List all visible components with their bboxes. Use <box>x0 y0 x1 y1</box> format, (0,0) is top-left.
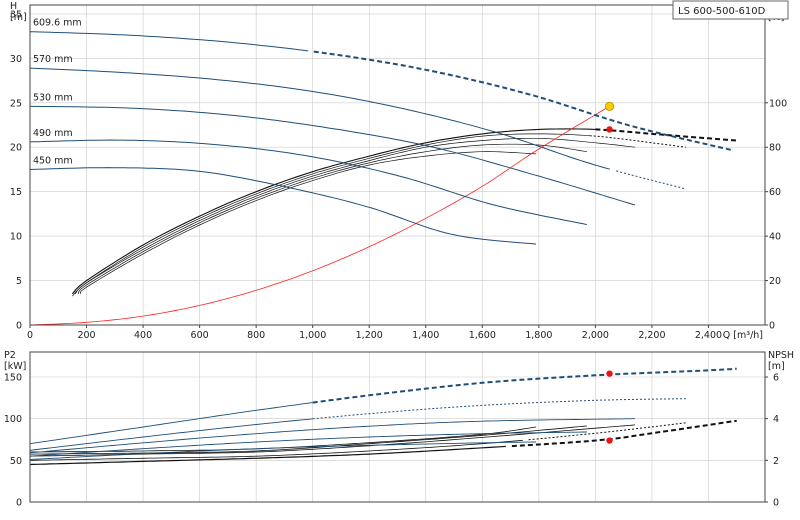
pump-performance-chart: 609.6 mm570 mm530 mm490 mm450 mm 0 200 400… <box>0 0 800 520</box>
efficiency-point <box>606 126 613 133</box>
bottom-y2-axis-label-line: [m] <box>768 361 785 372</box>
y2-tick-label: 40 <box>769 232 781 243</box>
y-tick-label: 0 <box>16 321 22 332</box>
head-curve-label: 490 mm <box>33 128 73 139</box>
y-tick-label: 10 <box>10 232 22 243</box>
chart-background <box>0 0 800 520</box>
y2-tick-label: 100 <box>769 98 787 109</box>
x-tick-label: 2,200 <box>638 330 665 341</box>
y2-tick-label: 0 <box>769 321 775 332</box>
y2-tick-label: 60 <box>769 187 781 198</box>
bottom-y2-tick-label: 4 <box>773 414 779 425</box>
y-axis-label-line: H <box>10 1 17 12</box>
x-tick-label: 1,800 <box>525 330 552 341</box>
duty-point <box>604 101 615 111</box>
y-tick-label: 25 <box>10 98 22 109</box>
bottom-y2-tick-label: 6 <box>773 373 779 384</box>
bottom-y-tick-label: 150 <box>4 373 22 384</box>
x-tick-label: 1,000 <box>299 330 326 341</box>
head-curve-label: 609.6 mm <box>33 18 82 29</box>
x-tick-label: 800 <box>247 330 265 341</box>
head-curve-label: 450 mm <box>33 155 73 166</box>
y-tick-label: 20 <box>10 143 22 154</box>
x-tick-label: 600 <box>191 330 209 341</box>
x-tick-label: 1,600 <box>469 330 496 341</box>
model-label-box: LS 600-500-610D <box>672 0 789 20</box>
x-tick-label: 1,200 <box>356 330 383 341</box>
x-tick-label: 200 <box>77 330 95 341</box>
y2-tick-label: 80 <box>769 143 781 154</box>
y-axis-label-line: [m] <box>10 12 27 23</box>
y2-tick-label: 20 <box>769 276 781 287</box>
bottom-y2-tick-label: 0 <box>773 498 779 509</box>
y-tick-label: 30 <box>10 54 22 65</box>
x-tick-label: 1,400 <box>412 330 439 341</box>
bottom-y-tick-label: 100 <box>4 414 22 425</box>
y-tick-label: 15 <box>10 187 22 198</box>
power-point <box>606 370 613 377</box>
x-tick-label: 0 <box>27 330 33 341</box>
head-curve-label: 530 mm <box>33 92 73 103</box>
x-tick-label: 2,000 <box>582 330 609 341</box>
bottom-y-tick-label: 0 <box>16 498 22 509</box>
bottom-y2-tick-label: 2 <box>773 456 779 467</box>
x-axis-label: Q [m³/h] <box>723 330 763 341</box>
y-tick-label: 5 <box>16 276 22 287</box>
head-curve-label: 570 mm <box>33 54 73 65</box>
x-tick-label: 400 <box>134 330 152 341</box>
bottom-y-axis-label-line: P2 <box>4 350 16 361</box>
bottom-y2-axis-label-line: NPSH <box>768 350 794 361</box>
bottom-y-axis-label-line: [kW] <box>4 361 26 372</box>
bottom-y-tick-label: 50 <box>10 456 22 467</box>
npsh-point <box>606 437 613 444</box>
x-tick-label: 2,400 <box>695 330 722 341</box>
model-label: LS 600-500-610D <box>678 6 766 17</box>
